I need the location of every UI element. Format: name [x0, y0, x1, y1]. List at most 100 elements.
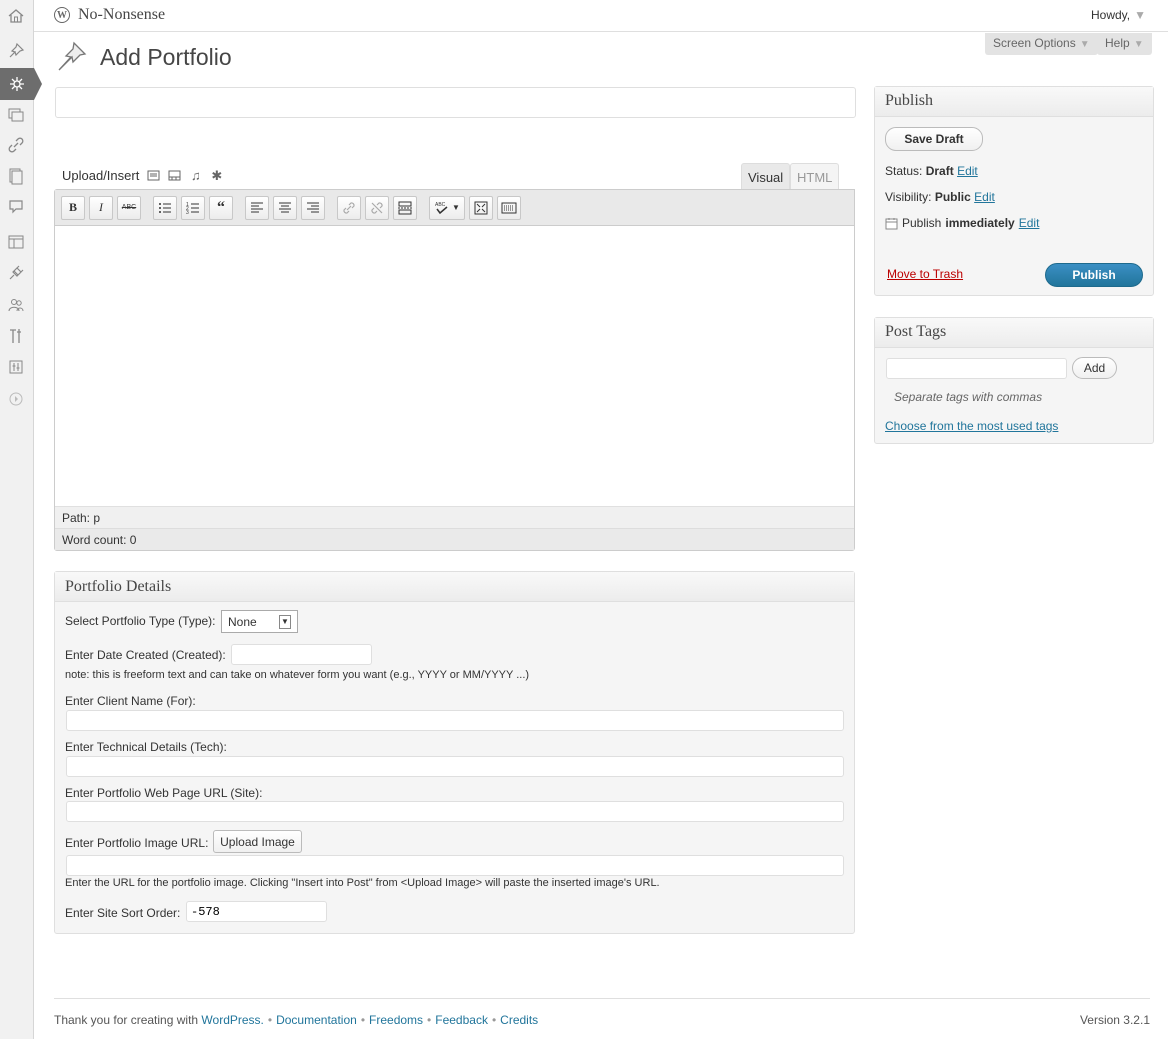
publish-button[interactable]: Publish — [1045, 263, 1143, 287]
portfolio-type-select[interactable]: None ▼ — [221, 610, 298, 633]
edit-status-link[interactable]: Edit — [957, 164, 978, 178]
insert-link-button[interactable] — [337, 195, 361, 220]
strikethrough-button[interactable]: ABC — [117, 195, 141, 220]
documentation-link[interactable]: Documentation — [276, 1013, 357, 1027]
links-icon[interactable] — [5, 134, 27, 156]
client-name-input[interactable] — [66, 710, 844, 731]
visibility-value: Public — [934, 190, 971, 204]
appearance-icon[interactable] — [5, 231, 27, 253]
settings-icon[interactable] — [5, 356, 27, 378]
date-created-input[interactable] — [231, 644, 372, 665]
content-editor: B I ABC 123 “ ABC ▼ Path: p Word count: 0 — [54, 189, 855, 551]
add-tag-button[interactable]: Add — [1072, 357, 1117, 379]
site-name[interactable]: No-Nonsense — [78, 6, 165, 24]
edit-visibility-link[interactable]: Edit — [974, 190, 995, 204]
freedoms-link[interactable]: Freedoms — [369, 1013, 423, 1027]
blockquote-button[interactable]: “ — [209, 195, 233, 220]
date-note: note: this is freeform text and can take… — [65, 669, 530, 681]
portfolio-details-box: Portfolio Details Select Portfolio Type … — [54, 571, 855, 934]
collapse-icon[interactable] — [5, 388, 27, 410]
technical-details-input[interactable] — [66, 756, 844, 777]
portfolio-icon[interactable] — [0, 68, 42, 100]
move-to-trash-link[interactable]: Move to Trash — [887, 267, 963, 281]
spellcheck-button[interactable]: ABC ▼ — [429, 195, 465, 220]
portfolio-details-heading: Portfolio Details — [55, 572, 854, 602]
align-left-button[interactable] — [245, 195, 269, 220]
tab-visual[interactable]: Visual — [741, 163, 791, 189]
help-button[interactable]: Help ▼ — [1097, 33, 1152, 55]
svg-text:3: 3 — [186, 210, 189, 216]
user-menu[interactable]: Howdy, ▼ — [1091, 8, 1146, 22]
feedback-link[interactable]: Feedback — [435, 1013, 488, 1027]
screen-options-label: Screen Options — [993, 36, 1076, 50]
comments-icon[interactable] — [5, 196, 27, 218]
tag-input[interactable] — [886, 358, 1067, 379]
type-label: Select Portfolio Type (Type): — [65, 614, 216, 628]
chevron-down-icon: ▼ — [1079, 39, 1090, 50]
status-label: Status: — [885, 164, 923, 178]
status-line: Status: Draft Edit — [885, 164, 978, 178]
image-url-input[interactable] — [66, 855, 844, 876]
chevron-down-icon: ▼ — [1133, 39, 1144, 50]
fullscreen-button[interactable] — [469, 195, 493, 220]
upload-insert-bar: Upload/Insert ♫ ✱ — [62, 168, 223, 184]
footer: Thank you for creating with WordPress. • D… — [54, 998, 1150, 1039]
chevron-down-icon: ▼ — [279, 614, 291, 629]
site-title[interactable]: W No-Nonsense — [54, 6, 165, 24]
post-tags-heading: Post Tags — [875, 318, 1153, 348]
edit-schedule-link[interactable]: Edit — [1019, 216, 1040, 230]
screen-options-button[interactable]: Screen Options ▼ — [985, 33, 1098, 55]
help-label: Help — [1105, 36, 1130, 50]
add-image-icon[interactable] — [147, 169, 160, 182]
align-center-button[interactable] — [273, 195, 297, 220]
admin-header: W No-Nonsense Howdy, ▼ — [34, 0, 1168, 32]
publish-value: immediately — [945, 216, 1015, 230]
insert-more-button[interactable] — [393, 195, 417, 220]
page-header: Add Portfolio — [54, 40, 232, 74]
kitchen-sink-button[interactable] — [497, 195, 521, 220]
plugins-icon[interactable] — [5, 262, 27, 284]
site-label: Enter Portfolio Web Page URL (Site): — [65, 786, 263, 800]
word-count: Word count: 0 — [55, 528, 854, 550]
bullet-list-button[interactable] — [153, 195, 177, 220]
status-value: Draft — [925, 164, 954, 178]
choose-tags-link[interactable]: Choose from the most used tags — [885, 419, 1058, 433]
media-icon[interactable] — [5, 104, 27, 126]
sort-label: Enter Site Sort Order: — [65, 906, 181, 920]
sort-order-input[interactable] — [186, 901, 327, 922]
post-title-input[interactable] — [55, 87, 856, 118]
wordpress-link[interactable]: WordPress. — [201, 1013, 263, 1027]
bold-button[interactable]: B — [61, 195, 85, 220]
schedule-line: Publish immediately Edit — [885, 216, 1039, 230]
publish-label: Publish — [902, 216, 942, 230]
editor-path: Path: p — [55, 506, 854, 528]
pushpin-icon — [58, 41, 87, 71]
tag-hint: Separate tags with commas — [894, 390, 1043, 404]
credits-link[interactable]: Credits — [500, 1013, 538, 1027]
unlink-button[interactable] — [365, 195, 389, 220]
client-label: Enter Client Name (For): — [65, 694, 196, 708]
editor-body[interactable] — [55, 226, 854, 506]
add-media-icon[interactable]: ✱ — [210, 168, 223, 183]
add-video-icon[interactable] — [168, 169, 181, 182]
publish-box: Publish Save Draft Status: Draft Edit Vi… — [874, 86, 1154, 296]
site-url-input[interactable] — [66, 801, 844, 822]
tab-html[interactable]: HTML — [790, 163, 840, 189]
pages-icon[interactable] — [5, 165, 27, 187]
save-draft-button[interactable]: Save Draft — [885, 127, 983, 151]
users-icon[interactable] — [5, 294, 27, 316]
pin-icon[interactable] — [5, 40, 27, 62]
page-title: Add Portfolio — [100, 43, 232, 70]
upload-image-button[interactable]: Upload Image — [213, 830, 302, 853]
tools-icon[interactable] — [5, 325, 27, 347]
add-audio-icon[interactable]: ♫ — [189, 168, 202, 183]
visibility-label: Visibility: — [885, 190, 932, 204]
italic-button[interactable]: I — [89, 195, 113, 220]
portfolio-type-value: None — [228, 614, 257, 629]
wordpress-logo-icon: W — [54, 7, 70, 23]
numbered-list-button[interactable]: 123 — [181, 195, 205, 220]
home-icon[interactable] — [5, 5, 27, 27]
align-right-button[interactable] — [301, 195, 325, 220]
post-tags-box: Post Tags Add Separate tags with commas … — [874, 317, 1154, 444]
upload-insert-label: Upload/Insert — [62, 168, 140, 183]
